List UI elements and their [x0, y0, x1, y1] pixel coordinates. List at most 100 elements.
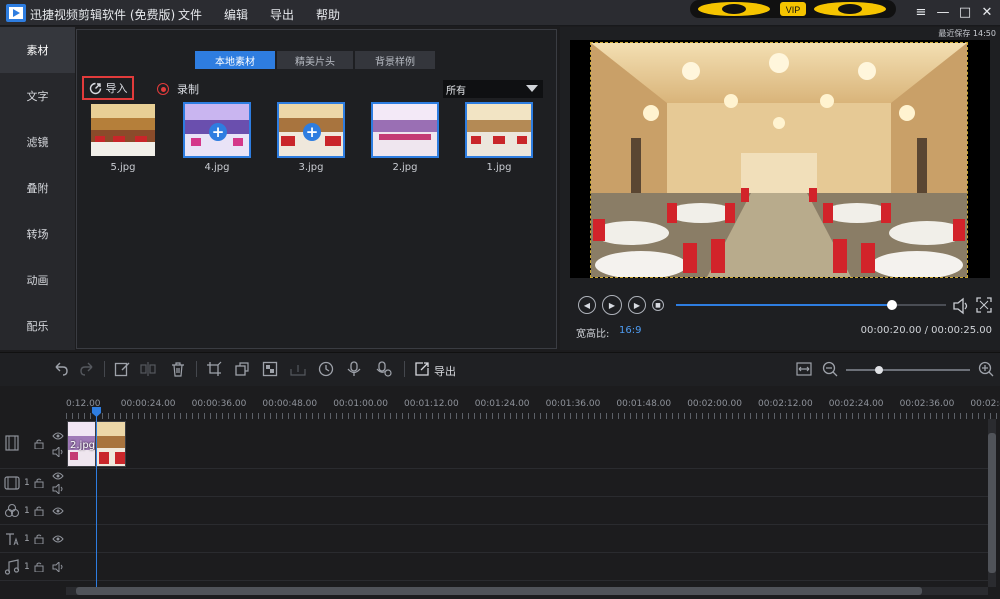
- lock-icon[interactable]: [34, 439, 44, 449]
- menu-export[interactable]: 导出: [270, 6, 294, 23]
- speaker-icon[interactable]: [52, 484, 64, 494]
- ruler-tick-label: 00:01:24.00: [474, 399, 530, 409]
- media-thumbnail[interactable]: [89, 102, 157, 158]
- banquet-thumbnail-image: [467, 104, 531, 156]
- timeline-zoom-slider[interactable]: [846, 366, 970, 374]
- scrollbar-thumb[interactable]: [76, 587, 922, 595]
- redo-icon[interactable]: [80, 361, 96, 377]
- media-thumbnail[interactable]: [371, 102, 439, 158]
- lock-icon[interactable]: [34, 506, 44, 516]
- menu-icon[interactable]: ≡: [914, 4, 928, 20]
- sidebar-item-music[interactable]: 配乐: [0, 303, 75, 349]
- freeze-frame-icon[interactable]: [290, 361, 306, 377]
- eye-icon[interactable]: [52, 506, 64, 516]
- lock-icon[interactable]: [34, 478, 44, 488]
- sidebar-item-overlay[interactable]: 叠附: [0, 165, 75, 211]
- fullscreen-icon[interactable]: [976, 297, 992, 313]
- rotate-icon[interactable]: [234, 361, 250, 377]
- track-video-main[interactable]: 2.jpg: [66, 419, 988, 469]
- sidebar-item-animation[interactable]: 动画: [0, 257, 75, 303]
- lock-icon[interactable]: [34, 562, 44, 572]
- speaker-icon[interactable]: [52, 562, 64, 572]
- tab-intro-clips[interactable]: 精美片头: [277, 51, 353, 69]
- sidebar: 素材 文字 滤镜 叠附 转场 动画 配乐: [0, 27, 75, 350]
- media-item[interactable]: 2.jpg: [371, 102, 439, 173]
- eye-icon[interactable]: [52, 534, 64, 544]
- video-preview[interactable]: [570, 40, 990, 278]
- vip-badge-icon[interactable]: VIP: [688, 0, 898, 20]
- progress-knob[interactable]: [887, 300, 897, 310]
- add-to-timeline-icon[interactable]: +: [303, 123, 321, 141]
- record-label: 录制: [177, 83, 199, 96]
- duration-icon[interactable]: [318, 361, 334, 377]
- menu-file[interactable]: 文件: [178, 6, 202, 23]
- sidebar-item-transition[interactable]: 转场: [0, 211, 75, 257]
- track-video[interactable]: [66, 469, 988, 497]
- media-name: 2.jpg: [392, 162, 418, 173]
- undo-icon[interactable]: [52, 361, 68, 377]
- timeline-horizontal-scrollbar[interactable]: [66, 587, 988, 595]
- sidebar-item-filter[interactable]: 滤镜: [0, 119, 75, 165]
- eye-icon[interactable]: [52, 471, 64, 481]
- menu-help[interactable]: 帮助: [316, 6, 340, 23]
- split-icon[interactable]: [140, 361, 156, 377]
- record-button[interactable]: 录制: [157, 81, 199, 97]
- zoom-in-icon[interactable]: [978, 361, 994, 377]
- tab-local-media[interactable]: 本地素材: [195, 51, 275, 69]
- close-icon[interactable]: ✕: [980, 4, 994, 20]
- fit-timeline-icon[interactable]: [796, 361, 812, 377]
- edit-icon[interactable]: [114, 361, 130, 377]
- aspect-ratio-value[interactable]: 16:9: [619, 325, 641, 336]
- track-number: 1: [24, 506, 30, 516]
- sidebar-item-label: 转场: [26, 228, 49, 241]
- playhead[interactable]: [96, 409, 97, 591]
- media-item[interactable]: 1.jpg: [465, 102, 533, 173]
- media-thumbnail[interactable]: +: [183, 102, 251, 158]
- media-item[interactable]: + 4.jpg: [183, 102, 251, 173]
- tab-background-samples[interactable]: 背景样例: [355, 51, 435, 69]
- lock-icon[interactable]: [34, 534, 44, 544]
- media-item[interactable]: + 3.jpg: [277, 102, 345, 173]
- clip-label: 2.jpg: [70, 440, 96, 451]
- stop-icon[interactable]: ■: [652, 299, 664, 311]
- export-button[interactable]: 导出: [434, 363, 456, 379]
- play-icon[interactable]: ▶: [602, 295, 622, 315]
- import-button[interactable]: 导入: [82, 76, 134, 100]
- next-frame-icon[interactable]: ▶: [628, 296, 646, 314]
- track-music[interactable]: [66, 553, 988, 581]
- media-thumbnail[interactable]: +: [277, 102, 345, 158]
- media-thumbnail[interactable]: [465, 102, 533, 158]
- audio-settings-icon[interactable]: [376, 361, 392, 377]
- volume-icon[interactable]: [952, 297, 970, 315]
- add-to-timeline-icon[interactable]: +: [209, 123, 227, 141]
- export-icon[interactable]: [414, 361, 430, 377]
- playback-progress-bar[interactable]: [676, 300, 946, 310]
- previous-frame-icon[interactable]: ◀: [578, 296, 596, 314]
- timeline-clip[interactable]: 2.jpg: [67, 421, 96, 467]
- scrollbar-thumb[interactable]: [988, 433, 996, 573]
- clip-thumbnail-image: [97, 422, 125, 466]
- media-filter-select[interactable]: 所有: [443, 80, 543, 98]
- track-overlay[interactable]: [66, 497, 988, 525]
- maximize-icon[interactable]: □: [958, 4, 972, 20]
- playback-time: 00:00:20.00 / 00:00:25.00: [860, 325, 992, 336]
- eye-icon[interactable]: [52, 431, 64, 441]
- zoom-out-icon[interactable]: [822, 361, 838, 377]
- zoom-slider-knob[interactable]: [875, 366, 883, 374]
- minimize-icon[interactable]: —: [936, 4, 950, 20]
- timeline-tracks: 2.jpg: [66, 419, 988, 599]
- crop-icon[interactable]: [206, 361, 222, 377]
- delete-icon[interactable]: [170, 361, 186, 377]
- track-text[interactable]: [66, 525, 988, 553]
- menu-edit[interactable]: 编辑: [224, 6, 248, 23]
- media-item[interactable]: 5.jpg: [89, 102, 157, 173]
- sidebar-item-text[interactable]: 文字: [0, 73, 75, 119]
- timeline-ruler[interactable]: 0:12.00 00:00:24.00 00:00:36.00 00:00:48.00…: [66, 399, 1000, 419]
- speaker-icon[interactable]: [52, 447, 64, 457]
- timeline-vertical-scrollbar[interactable]: [988, 419, 996, 587]
- timeline-clip[interactable]: [96, 421, 126, 467]
- voiceover-icon[interactable]: [346, 361, 362, 377]
- sidebar-item-material[interactable]: 素材: [0, 27, 75, 73]
- mosaic-icon[interactable]: [262, 361, 278, 377]
- sidebar-item-label: 文字: [26, 90, 49, 103]
